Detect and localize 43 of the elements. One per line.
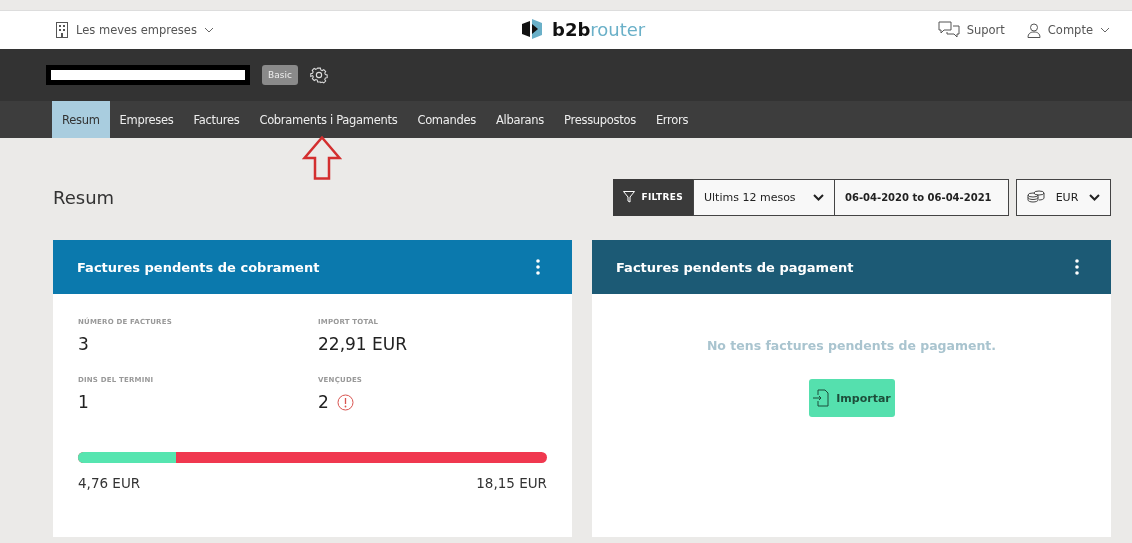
period-select[interactable]: Ultims 12 mesos [693, 178, 835, 216]
amount-label: 4,76 EUR [78, 475, 141, 491]
building-icon [55, 22, 69, 38]
logo-icon [520, 18, 544, 40]
nav-tab[interactable]: Factures [183, 101, 250, 138]
nav-tab[interactable]: Pressupostos [554, 101, 646, 138]
account-menu[interactable]: Compte [1026, 21, 1110, 39]
nav-tab[interactable]: Comandes [407, 101, 486, 138]
chat-icon [937, 21, 960, 39]
card-title: Factures pendents de cobrament [77, 259, 320, 275]
stat-value: 2 [318, 392, 329, 412]
chevron-down-icon [203, 27, 214, 33]
nav-tab[interactable]: Errors [645, 101, 699, 138]
nav-tab[interactable]: Albarans [486, 101, 555, 138]
empty-message: No tens factures pendents de pagament. [706, 338, 997, 353]
chevron-down-icon [1089, 193, 1100, 201]
user-icon [1026, 22, 1041, 38]
stat-value: 22,91 EUR [318, 334, 408, 354]
annotation-arrow [302, 136, 342, 180]
date-range-field[interactable]: 06-04-2020 to 06-04-2021 [835, 178, 1009, 216]
plan-badge: Basic [262, 65, 298, 85]
card-title: Factures pendents de pagament [616, 259, 854, 275]
stat-value: 1 [78, 392, 89, 412]
more-icon[interactable] [536, 259, 540, 275]
more-icon[interactable] [1075, 259, 1079, 275]
companies-menu[interactable]: Les meves empreses [55, 22, 214, 38]
stat-value: 3 [78, 334, 89, 354]
file-import-icon [812, 389, 831, 407]
settings-icon[interactable] [309, 66, 328, 84]
currency-select[interactable]: EUR [1016, 178, 1111, 216]
nav-tab[interactable]: Resum [52, 101, 110, 138]
chevron-down-icon [813, 193, 824, 201]
support-link[interactable]: Suport [937, 21, 1005, 39]
coins-icon [1027, 190, 1045, 204]
filters-button[interactable]: FILTRES [613, 178, 693, 216]
import-button[interactable]: Importar [808, 379, 895, 417]
nav-tab[interactable]: Empreses [109, 101, 184, 138]
chevron-down-icon [1100, 27, 1110, 33]
filter-icon [623, 191, 636, 203]
amount-label: 18,15 EUR [476, 475, 547, 491]
logo-text: b2brouter [552, 18, 646, 40]
page-title: Resum [53, 186, 115, 208]
nav-tab[interactable]: Cobraments i Pagaments [249, 101, 408, 138]
